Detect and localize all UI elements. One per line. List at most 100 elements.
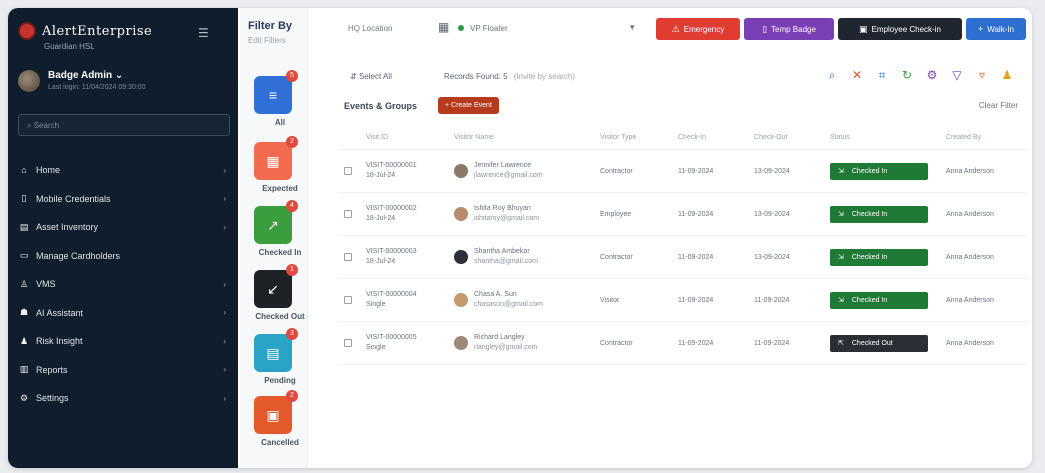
table-row[interactable]: VISIT-00000003 18-Jul-24 Shantha Ambekar s… [338,236,1028,279]
column-header[interactable]: Visit ID [366,133,454,143]
pending-icon: ▤ 3 [254,328,298,372]
check-in-icon: ↗ 4 [254,200,298,244]
grid-icon[interactable]: ▦ [438,20,449,34]
status-badge[interactable]: ⇲ Checked In [830,291,928,309]
sidebar-item-mobile-credentials[interactable]: ▯ Mobile Credentials › [18,185,230,214]
menu-icon[interactable]: ☰ [198,26,209,40]
sidebar-item-home[interactable]: ⌂ Home › [18,156,230,185]
sidebar-search-input[interactable]: ⌕ Search [18,114,230,136]
location-field[interactable]: HQ Location [348,24,392,33]
temp-badge-button[interactable]: ▯ Temp Badge [744,18,834,40]
settings-icon[interactable]: ⚙ [921,68,943,88]
filter-all[interactable]: ≡ 5 All [254,70,306,127]
select-all-label: Select All [358,72,392,81]
check-out-icon: ↙ 1 [254,264,298,308]
sidebar-item-asset-inventory[interactable]: ▤ Asset Inventory › [18,213,230,242]
column-header[interactable]: Status [830,134,946,141]
sidebar-item-label: Asset Inventory [36,222,99,233]
tile-glyph: ▤ [266,344,280,361]
create-event-button[interactable]: + Create Event [438,97,499,114]
sidebar-item-manage-cardholders[interactable]: ▭ Manage Cardholders [18,242,230,271]
visitor-type: Contractor [600,167,633,175]
filter-label: Pending [264,376,296,385]
sidebar-item-settings[interactable]: ⚙ Settings › [18,384,230,413]
status-label: Checked In [851,253,888,261]
column-header[interactable]: Visitor Type [600,134,678,141]
visitor-type: Visitor [600,296,620,304]
tag-icon[interactable]: ▿ [971,68,993,88]
visitor-name: Chasa A. Sun [474,291,517,298]
filter-checked-out[interactable]: ↙ 1 Checked Out [254,264,306,321]
sidebar-item-reports[interactable]: ▥ Reports › [18,356,230,385]
visit-id-cell: VISIT-00000003 18-Jul-24 [366,247,454,267]
visitor-email: chasasun@gmail.com [474,301,543,308]
avatar [18,70,40,92]
scan-icon[interactable]: ⌗ [871,68,893,88]
chevron-down-icon[interactable]: ▾ [630,22,635,33]
count-badge: 2 [286,136,298,148]
column-header[interactable]: Created By [946,134,1028,141]
count-badge: 5 [286,70,298,82]
column-header[interactable]: Check-In [678,134,754,141]
employee-checkin-button[interactable]: ▣ Employee Check-in [838,18,962,40]
row-checkbox[interactable] [344,167,352,175]
status-badge[interactable]: ⇲ Checked In [830,205,928,223]
filter-expected[interactable]: ▦ 2 Expected [254,136,306,193]
walk-in-button[interactable]: + Walk-In [966,18,1026,40]
id-card-icon: ▭ [19,250,29,261]
filter-checked-in[interactable]: ↗ 4 Checked In [254,200,306,257]
sidebar-item-label: Settings [36,393,69,404]
user-profile[interactable]: Badge Admin ⌄ Last login: 11/04/2024 09:… [18,70,146,92]
clear-filter-link[interactable]: Clear Filter [979,101,1018,110]
filter-label: Expected [262,184,298,193]
sidebar-item-vms[interactable]: ♙ VMS › [18,270,230,299]
brand[interactable]: AlertEnterprise [18,22,152,40]
refresh-icon[interactable]: ↻ [896,68,918,88]
filter-label: Cancelled [261,438,299,447]
count-badge: 4 [286,200,298,212]
sidebar: AlertEnterprise Guardian HSL ☰ Badge Adm… [8,8,238,468]
sidebar-item-risk-insight[interactable]: ♟ Risk Insight › [18,327,230,356]
sidebar-item-label: Mobile Credentials [36,193,111,204]
row-checkbox[interactable] [344,253,352,261]
column-header[interactable]: Check-Out [754,134,830,141]
app-window: AlertEnterprise Guardian HSL ☰ Badge Adm… [8,8,1032,468]
table-row[interactable]: VISIT-00000002 18-Jul-24 Ishita Roy Bhuya… [338,193,1028,236]
filter-pending[interactable]: ▤ 3 Pending [254,328,306,385]
row-checkbox[interactable] [344,339,352,347]
check-out-date: 11-09-2024 [754,339,790,347]
column-header[interactable]: Visitor Name [454,134,600,141]
table-row[interactable]: VISIT-00000004 Single Chasa A. Sun chasasu… [338,279,1028,322]
status-label: Checked In [851,296,888,304]
status-select[interactable]: VP Floater [470,24,508,33]
row-checkbox[interactable] [344,210,352,218]
filter-cancelled[interactable]: ▣ 2 Cancelled [254,390,306,447]
search-icon[interactable]: ⌕ [821,68,843,88]
row-checkbox[interactable] [344,296,352,304]
table-row[interactable]: VISIT-00000005 Single Richard Langley rlan… [338,322,1028,365]
avatar [454,293,468,307]
check-in-icon: ⇲ [838,211,844,218]
warning-icon: ⚠ [671,23,680,34]
status-badge[interactable]: ⇱ Checked Out [830,334,928,352]
select-all-icon: ⇵ [350,72,357,81]
emergency-button[interactable]: ⚠ Emergency [656,18,740,40]
person-alert-icon: ♟ [19,335,29,346]
status-badge[interactable]: ⇲ Checked In [830,162,928,180]
home-icon: ⌂ [21,165,27,176]
visit-id: VISIT-00000004 [366,291,417,298]
robot-icon: ☗ [19,307,29,318]
records-sub: (Invite by search) [513,72,575,81]
edit-filters-link[interactable]: Edit Filters [248,36,286,45]
brand-logo-icon [18,22,36,40]
table-row[interactable]: VISIT-00000001 18-Jul-24 Jennifer Lawrenc… [338,150,1028,193]
sidebar-item-ai-assistant[interactable]: ☗ AI Assistant › [18,299,230,328]
status-badge[interactable]: ⇲ Checked In [830,248,928,266]
select-all-toggle[interactable]: ⇵ Select All [350,72,392,81]
visitor-cell: Chasa A. Sun chasasun@gmail.com [454,290,600,310]
filter-clear-icon[interactable]: ✕ [846,68,868,88]
funnel-icon[interactable]: ▽ [946,68,968,88]
check-out-icon: ⇱ [838,340,844,347]
person-icon[interactable]: ♟ [996,68,1018,88]
filter-title: Filter By [248,20,293,32]
